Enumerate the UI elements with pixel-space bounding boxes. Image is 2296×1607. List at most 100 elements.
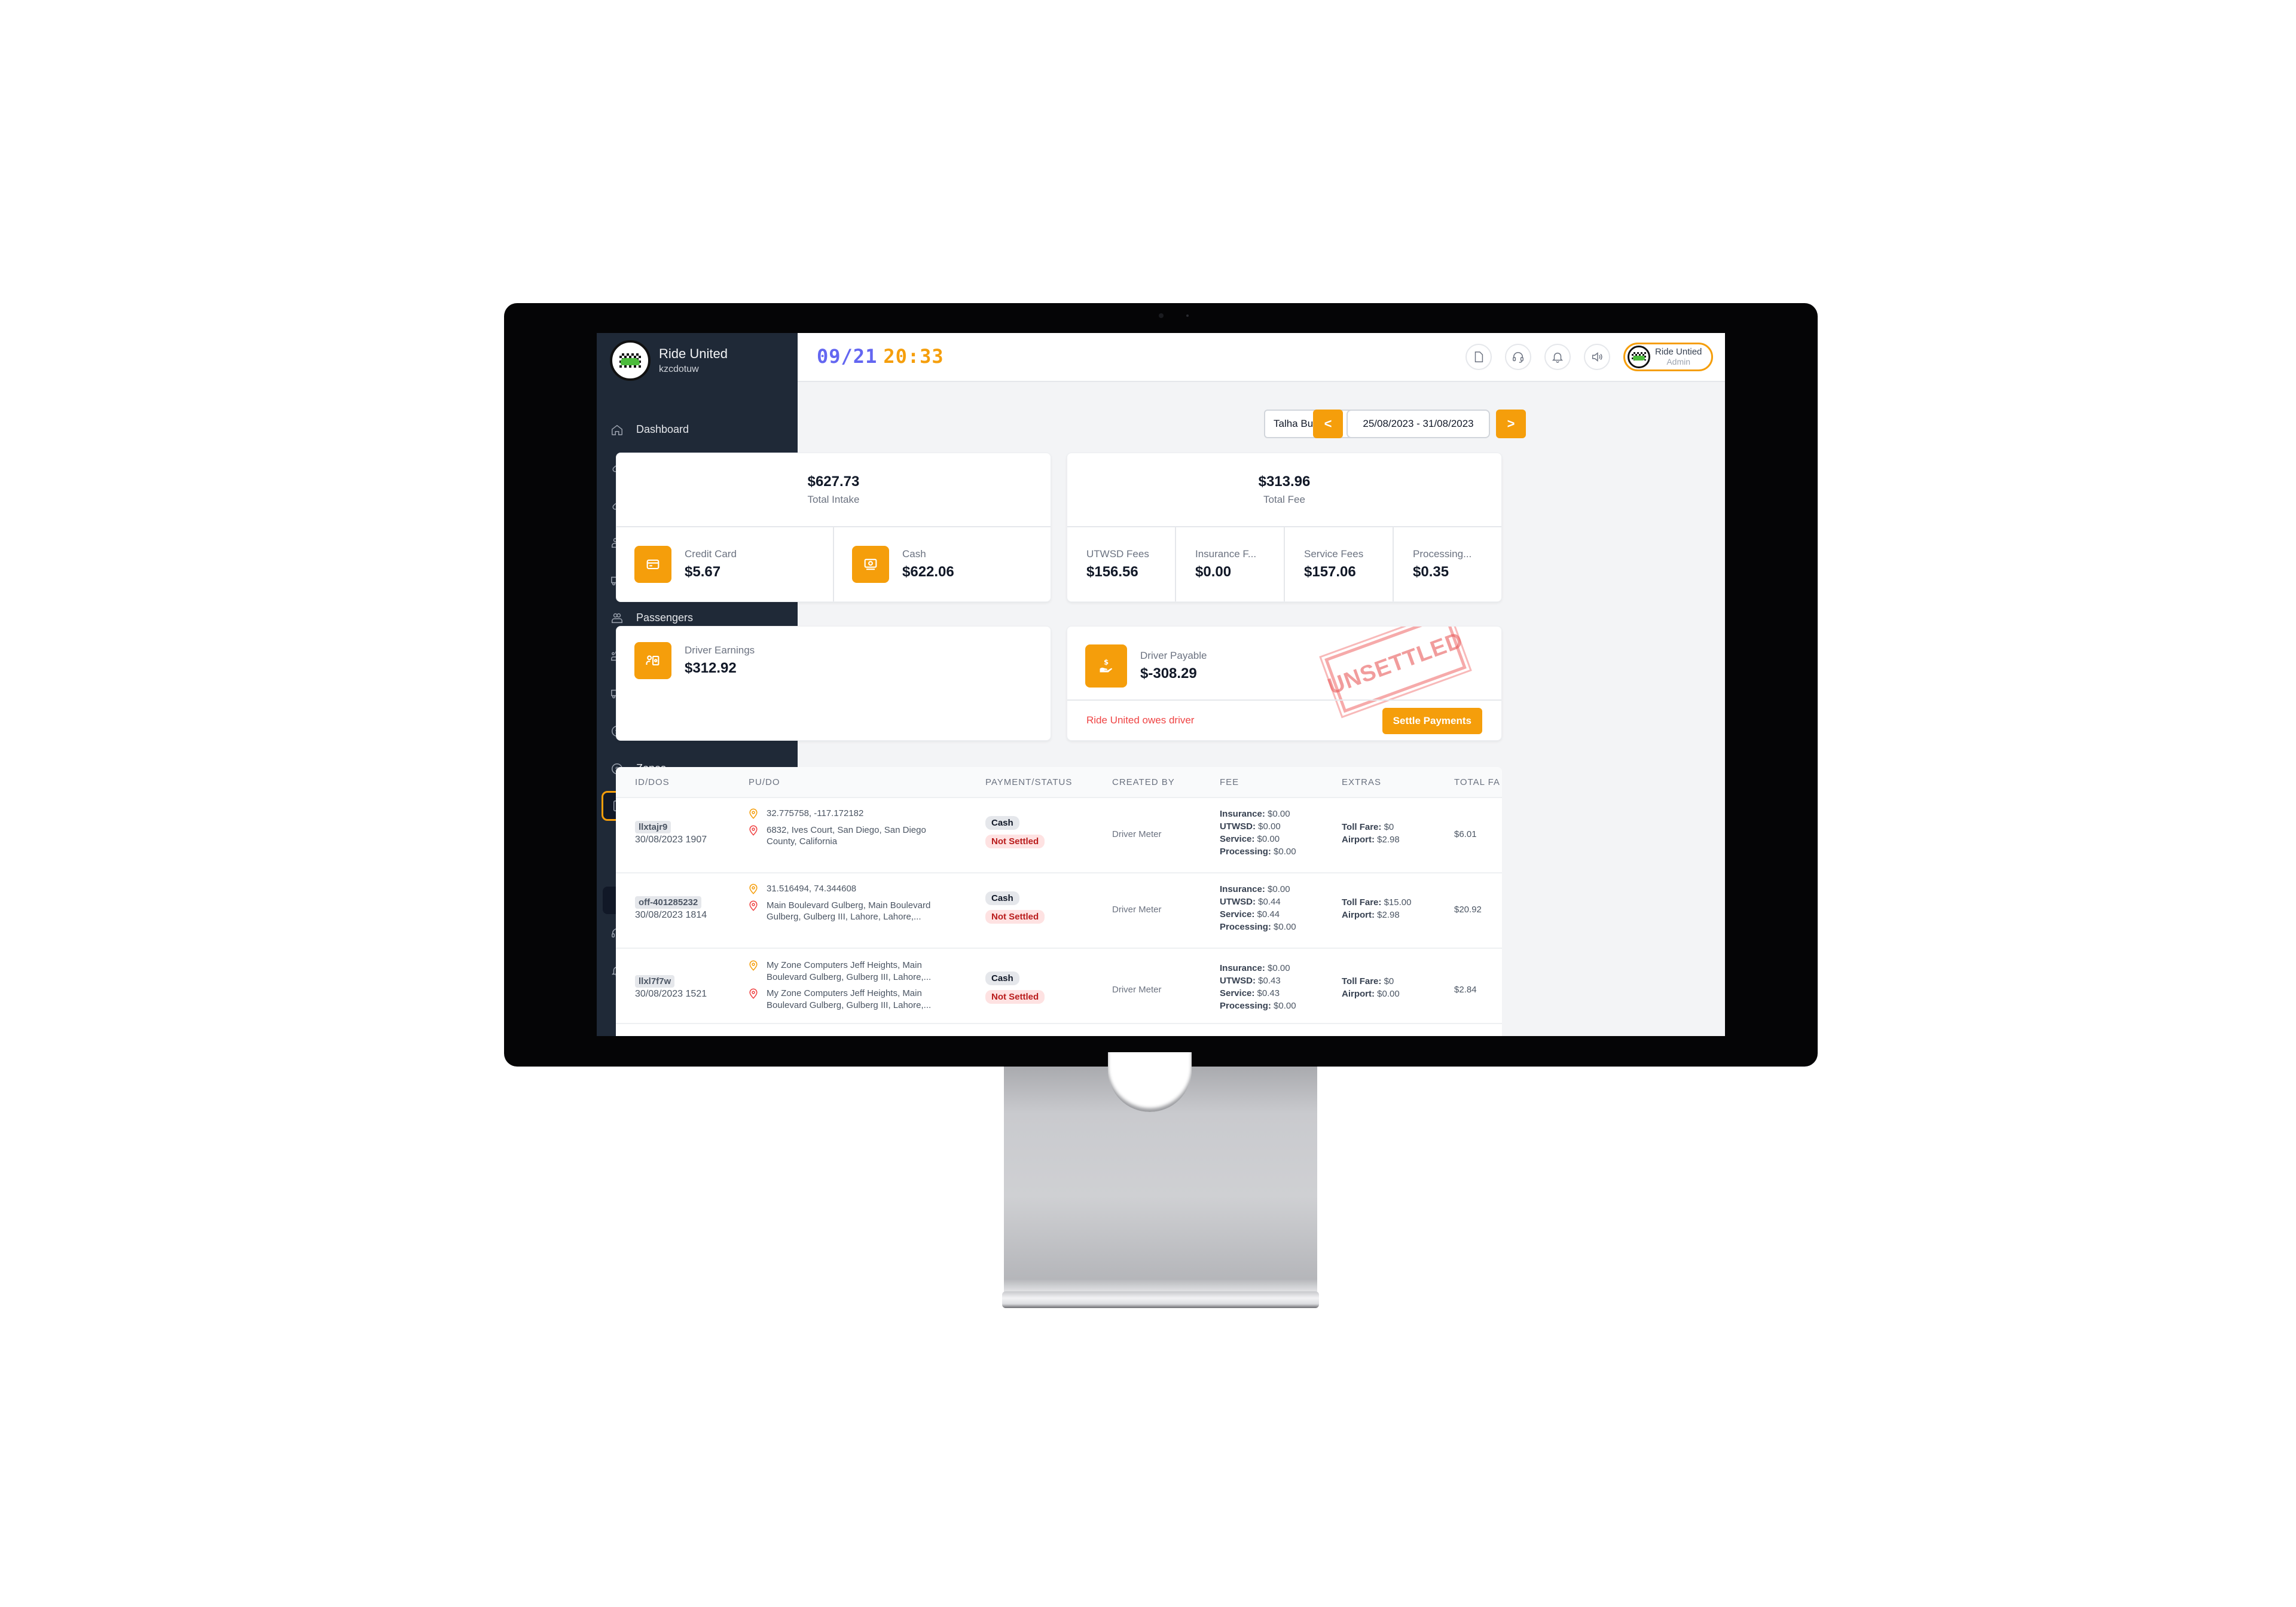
credit-card-label: Credit Card (685, 548, 737, 560)
speaker-icon[interactable] (1584, 344, 1610, 370)
headset-icon[interactable] (1505, 344, 1531, 370)
created-by: Driver Meter (1112, 829, 1162, 839)
column-header[interactable]: FEE (1220, 777, 1239, 787)
fee-breakdown: Insurance: $0.00 UTWSD: $0.43 Service: $… (1220, 963, 1296, 1011)
ride-date: 30/08/2023 1907 (635, 835, 707, 845)
brand-name: Ride United (659, 346, 728, 361)
payable-footer: Ride United owes driver Settle Payments (1067, 699, 1501, 740)
profile-role: Admin (1666, 356, 1691, 366)
brand[interactable]: Ride United kzcdotuw (610, 340, 728, 381)
total-fee-value: $313.96 (1258, 473, 1311, 490)
sidebar-item-label: Dashboard (636, 423, 689, 435)
table-header: ID/DOS PU/DO PAYMENT/STATUS CREATED BY F… (616, 767, 1502, 798)
ride-id[interactable]: llxl7f7w (635, 975, 675, 988)
topbar-actions: Ride Untied Admin (1452, 343, 1713, 371)
intake-card: $627.73 Total Intake Credit Card $5.67 C… (616, 453, 1051, 602)
extras-breakdown: Toll Fare: $0 Airport: $2.98 (1342, 822, 1400, 845)
pickup-pin-icon (749, 884, 758, 894)
created-by: Driver Meter (1112, 905, 1162, 915)
driver-payable-label: Driver Payable (1140, 650, 1207, 661)
rides-table: ID/DOS PU/DO PAYMENT/STATUS CREATED BY F… (616, 767, 1502, 1036)
ride-id[interactable]: off-401285232 (635, 896, 702, 909)
pickup-pin-icon (749, 808, 758, 819)
total-fare: $20.92 (1454, 905, 1482, 915)
sidebar-item-label: Passengers (636, 612, 694, 624)
fees-card: $313.96 Total Fee UTWSD Fees $156.56 Ins… (1067, 453, 1502, 602)
payment-badge: Cash (985, 816, 1019, 830)
cash-stat: Cash $622.06 (833, 527, 1051, 601)
column-header[interactable]: EXTRAS (1342, 777, 1381, 787)
ride-date: 30/08/2023 1521 (635, 989, 707, 999)
extras-breakdown: Toll Fare: $0 Airport: $0.00 (1342, 976, 1400, 999)
fee-label: Insurance F... (1195, 548, 1257, 560)
settle-payments-button[interactable]: Settle Payments (1382, 708, 1482, 734)
brand-logo (610, 340, 651, 381)
fee-label: Processing... (1413, 548, 1472, 560)
dropoff-text: 6832, Ives Court, San Diego, San Diego C… (767, 824, 926, 847)
driver-earnings-label: Driver Earnings (685, 644, 755, 656)
next-week-button[interactable]: > (1496, 410, 1526, 438)
home-icon (610, 423, 624, 437)
cash-label: Cash (902, 548, 926, 560)
created-by: Driver Meter (1112, 985, 1162, 995)
dropoff-location: 6832, Ives Court, San Diego, San Diego C… (749, 824, 958, 848)
date-range-input[interactable]: 25/08/2023 - 31/08/2023 (1347, 410, 1490, 438)
cash-value: $622.06 (902, 564, 954, 580)
total-intake-label: Total Intake (807, 494, 860, 505)
table-row[interactable]: llxtajr9 30/08/2023 1907 32.775758, -117… (616, 798, 1502, 873)
profile-name: Ride Untied (1655, 347, 1702, 358)
fee-value: $0.35 (1413, 564, 1449, 580)
sensor-dot (1186, 314, 1189, 317)
clock-time: 20:33 (883, 345, 944, 368)
column-header[interactable]: ID/DOS (635, 777, 670, 787)
dropoff-pin-icon (749, 825, 758, 836)
fee-value: $157.06 (1304, 564, 1356, 580)
fee-label: UTWSD Fees (1086, 548, 1149, 560)
driver-payable-value: $-308.29 (1140, 665, 1197, 682)
processing-fees-stat: Processing... $0.35 (1393, 527, 1501, 601)
table-row[interactable]: off-401285232 30/08/2023 1814 31.516494,… (616, 873, 1502, 949)
screen: Ride United kzcdotuw Dashboard Rides > O… (597, 333, 1725, 1036)
document-icon[interactable] (1465, 344, 1492, 370)
dropoff-location: My Zone Computers Jeff Heights, Main Bou… (749, 988, 958, 1011)
table-scrollbar[interactable] (1705, 767, 1725, 1036)
ride-date: 30/08/2023 1814 (635, 910, 707, 920)
fee-breakdown: Insurance: $0.00 UTWSD: $0.00 Service: $… (1220, 809, 1296, 857)
driver-payable-card: $ Driver Payable $-308.29 UNSETTLED Ride… (1067, 626, 1502, 741)
status-badge: Not Settled (985, 835, 1045, 848)
sidebar-item-dashboard[interactable]: Dashboard (597, 411, 798, 448)
prev-week-button[interactable]: < (1313, 410, 1343, 438)
column-header[interactable]: TOTAL FA (1454, 777, 1500, 787)
column-header[interactable]: CREATED BY (1112, 777, 1175, 787)
status-badge: Not Settled (985, 990, 1045, 1004)
credit-card-value: $5.67 (685, 564, 721, 580)
bell-icon[interactable] (1544, 344, 1571, 370)
pickup-location: 31.516494, 74.344608 (749, 883, 958, 895)
pickup-text: 31.516494, 74.344608 (767, 884, 857, 894)
dropoff-pin-icon (749, 900, 758, 911)
clock-date: 09/21 (817, 345, 878, 368)
payment-badge: Cash (985, 891, 1019, 905)
utwsd-fees-stat: UTWSD Fees $156.56 (1067, 527, 1175, 601)
clock: 09/21 20:33 (817, 345, 944, 368)
column-header[interactable]: PU/DO (749, 777, 780, 787)
column-header[interactable]: PAYMENT/STATUS (985, 777, 1072, 787)
driver-earnings-icon (634, 642, 671, 679)
profile-menu[interactable]: Ride Untied Admin (1623, 343, 1713, 371)
svg-text:$: $ (1104, 658, 1109, 667)
dropoff-location: Main Boulevard Gulberg, Main Boulevard G… (749, 900, 958, 923)
brand-subtitle: kzcdotuw (659, 364, 699, 374)
pickup-location: 32.775758, -117.172182 (749, 808, 958, 820)
table-row[interactable]: llxl7f7w 30/08/2023 1521 My Zone Compute… (616, 949, 1502, 1024)
driver-earnings-card: Driver Earnings $312.92 (616, 626, 1051, 741)
dropoff-text: My Zone Computers Jeff Heights, Main Bou… (767, 988, 932, 1010)
camera-icon (1159, 313, 1164, 318)
service-fees-stat: Service Fees $157.06 (1284, 527, 1393, 601)
driver-earnings-value: $312.92 (685, 660, 737, 676)
topbar: 09/21 20:33 Ride Untied Admin (798, 333, 1725, 382)
ride-id[interactable]: llxtajr9 (635, 821, 671, 833)
avatar (1628, 346, 1650, 368)
credit-card-icon (634, 546, 671, 583)
total-fare: $6.01 (1454, 829, 1477, 839)
total-fee-label: Total Fee (1263, 494, 1305, 505)
